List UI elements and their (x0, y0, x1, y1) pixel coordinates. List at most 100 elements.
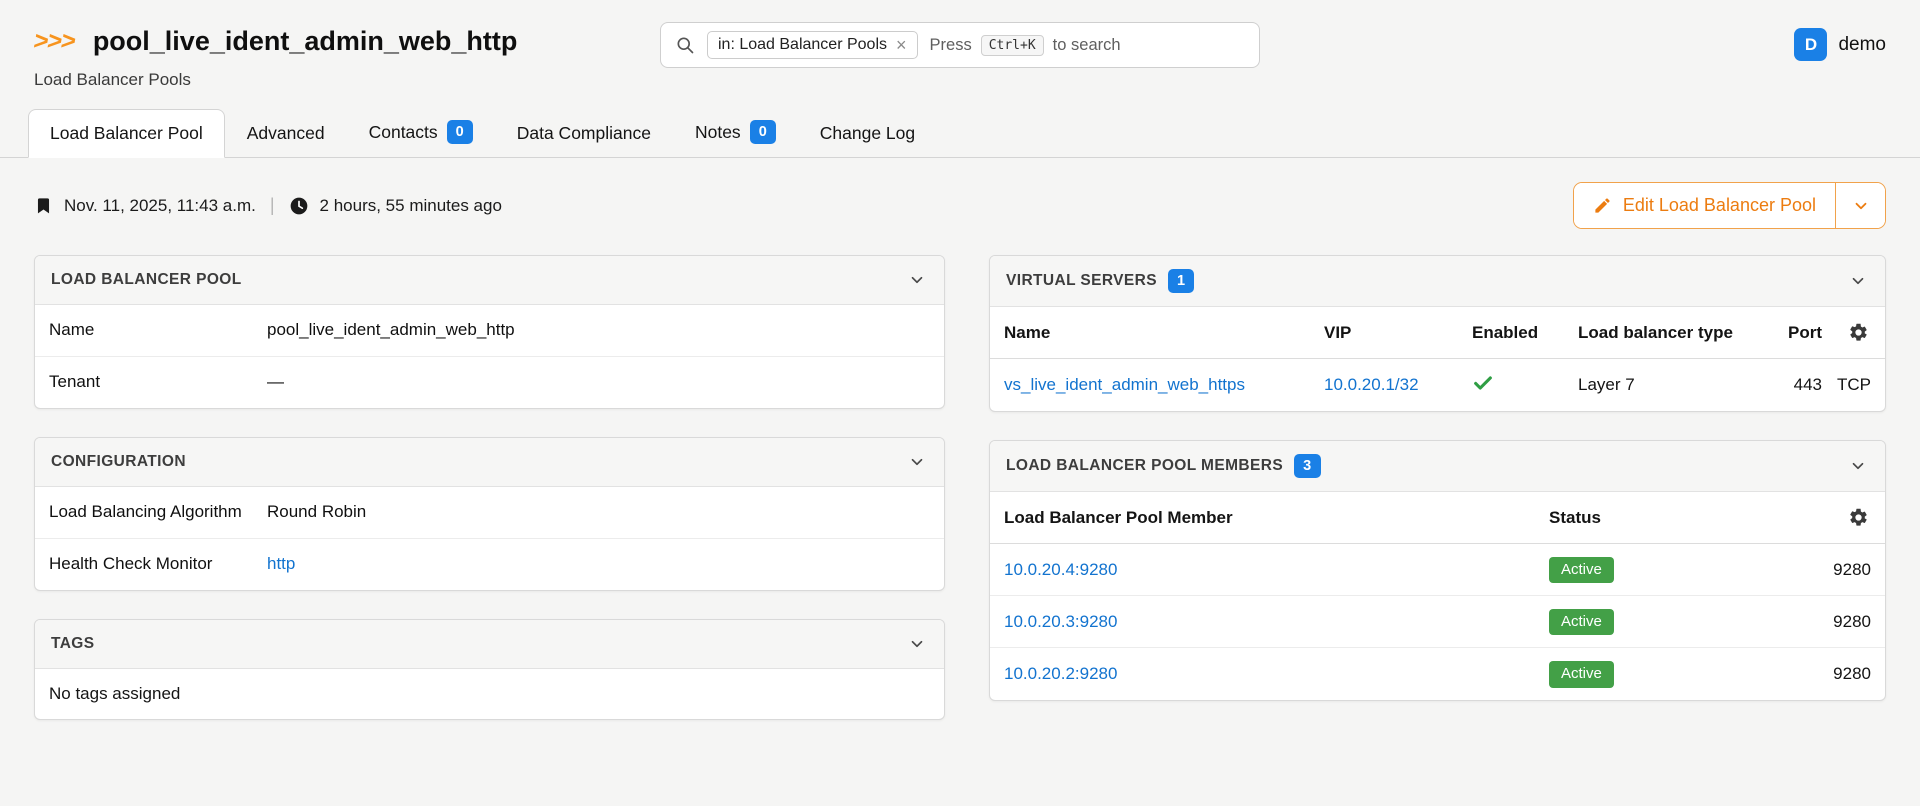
tab-load-balancer-pool[interactable]: Load Balancer Pool (28, 109, 225, 158)
panel-configuration: CONFIGURATION Load Balancing Algorithm R… (34, 437, 945, 591)
attr-label: Name (49, 319, 267, 342)
lb-type-cell: Layer 7 (1578, 375, 1756, 395)
panel-header: VIRTUAL SERVERS 1 (990, 256, 1885, 307)
app-logo-icon[interactable]: >>> (31, 27, 77, 56)
search-kbd-shortcut: Ctrl+K (981, 35, 1044, 56)
tab-notes[interactable]: Notes 0 (673, 106, 798, 158)
status-cell: Active (1549, 609, 1739, 636)
tags-empty-message: No tags assigned (35, 669, 944, 719)
member-port-cell: 9280 (1739, 612, 1871, 632)
check-icon (1472, 372, 1494, 394)
status-badge: Active (1549, 557, 1614, 584)
tab-label: Notes (695, 122, 741, 143)
chevron-down-icon (1849, 457, 1867, 475)
user-avatar[interactable]: D (1794, 28, 1827, 61)
edit-dropdown-toggle[interactable] (1835, 183, 1885, 228)
breadcrumb[interactable]: Load Balancer Pools (34, 70, 191, 90)
updated-relative-time: 2 hours, 55 minutes ago (320, 196, 502, 216)
table-config-button[interactable] (1846, 320, 1871, 345)
collapse-toggle[interactable] (1847, 455, 1869, 477)
virtual-servers-count-badge: 1 (1168, 269, 1194, 293)
collapse-toggle[interactable] (906, 269, 928, 291)
tab-label: Data Compliance (517, 123, 651, 144)
edit-load-balancer-pool-button[interactable]: Edit Load Balancer Pool (1574, 183, 1835, 228)
attr-row-name: Name pool_live_ident_admin_web_http (35, 305, 944, 357)
enabled-cell (1472, 372, 1578, 399)
member-link[interactable]: 10.0.20.3:9280 (1004, 612, 1549, 632)
status-cell: Active (1549, 661, 1739, 688)
attr-value: pool_live_ident_admin_web_http (267, 319, 515, 342)
search-hint: Press Ctrl+K to search (930, 35, 1121, 56)
chevron-down-icon (1852, 197, 1870, 215)
chip-close-icon[interactable]: × (896, 36, 907, 54)
tab-change-log[interactable]: Change Log (798, 109, 937, 158)
panel-header: LOAD BALANCER POOL MEMBERS 3 (990, 441, 1885, 492)
member-link[interactable]: 10.0.20.4:9280 (1004, 560, 1549, 580)
members-table-header: Load Balancer Pool Member Status (990, 492, 1885, 544)
panel-title: VIRTUAL SERVERS 1 (1006, 269, 1194, 293)
panel-title: LOAD BALANCER POOL MEMBERS 3 (1006, 454, 1321, 478)
panel-title: CONFIGURATION (51, 453, 186, 471)
edit-split-button: Edit Load Balancer Pool (1573, 182, 1886, 229)
collapse-toggle[interactable] (1847, 270, 1869, 292)
tab-advanced[interactable]: Advanced (225, 109, 347, 158)
search-filter-chip[interactable]: in: Load Balancer Pools × (707, 31, 918, 59)
member-port-cell: 9280 (1739, 664, 1871, 684)
attr-value: Round Robin (267, 501, 366, 524)
members-count-badge: 3 (1294, 454, 1320, 478)
chevron-down-icon (908, 453, 926, 471)
virtual-server-link[interactable]: vs_live_ident_admin_web_https (1004, 375, 1324, 395)
table-config-button[interactable] (1846, 505, 1871, 530)
collapse-toggle[interactable] (906, 451, 928, 473)
panel-header: LOAD BALANCER POOL (35, 256, 944, 305)
status-cell: Active (1549, 557, 1739, 584)
attr-row-tenant: Tenant — (35, 357, 944, 408)
panel-title: TAGS (51, 635, 95, 653)
virtual-servers-table-header: Name VIP Enabled Load balancer type Port (990, 307, 1885, 359)
gear-icon (1848, 507, 1869, 528)
global-search-input[interactable]: in: Load Balancer Pools × Press Ctrl+K t… (660, 22, 1260, 68)
member-row: 10.0.20.2:9280 Active 9280 (990, 648, 1885, 700)
member-link[interactable]: 10.0.20.2:9280 (1004, 664, 1549, 684)
search-icon (675, 35, 695, 55)
tab-contacts[interactable]: Contacts 0 (347, 106, 495, 158)
panel-header: TAGS (35, 620, 944, 669)
chevron-down-icon (1849, 272, 1867, 290)
attr-row-health-check: Health Check Monitor http (35, 539, 944, 590)
panel-title: LOAD BALANCER POOL (51, 271, 242, 289)
created-timestamp: Nov. 11, 2025, 11:43 a.m. (64, 196, 256, 216)
vip-link[interactable]: 10.0.20.1/32 (1324, 375, 1472, 395)
notes-count-badge: 0 (750, 120, 776, 144)
clock-icon (289, 196, 309, 216)
search-hint-suffix: to search (1053, 36, 1121, 55)
status-badge: Active (1549, 609, 1614, 636)
status-badge: Active (1549, 661, 1614, 688)
pencil-icon (1593, 196, 1612, 215)
tab-data-compliance[interactable]: Data Compliance (495, 109, 673, 158)
port-cell: 443 (1756, 375, 1822, 395)
col-header-status: Status (1549, 508, 1739, 528)
panel-pool-members: LOAD BALANCER POOL MEMBERS 3 Load Balanc… (989, 440, 1886, 701)
timestamps: Nov. 11, 2025, 11:43 a.m. | 2 hours, 55 … (34, 195, 502, 216)
page-header: >>> pool_live_ident_admin_web_http Load … (0, 0, 1920, 90)
panel-title-text: LOAD BALANCER POOL MEMBERS (1006, 457, 1283, 475)
collapse-toggle[interactable] (906, 633, 928, 655)
user-name: demo (1838, 34, 1886, 56)
protocol-cell: TCP (1822, 375, 1871, 395)
user-menu[interactable]: D demo (1794, 28, 1886, 61)
chevron-down-icon (908, 271, 926, 289)
tab-bar: Load Balancer Pool Advanced Contacts 0 D… (0, 106, 1920, 158)
attr-label: Health Check Monitor (49, 553, 267, 576)
col-header-lb-type: Load balancer type (1578, 323, 1756, 343)
chevron-down-icon (908, 635, 926, 653)
panel-virtual-servers: VIRTUAL SERVERS 1 Name VIP Enabled Load … (989, 255, 1886, 412)
search-filter-chip-label: in: Load Balancer Pools (718, 36, 887, 54)
col-header-vip: VIP (1324, 323, 1472, 343)
health-check-monitor-link[interactable]: http (267, 553, 295, 576)
attr-row-algorithm: Load Balancing Algorithm Round Robin (35, 487, 944, 539)
member-row: 10.0.20.4:9280 Active 9280 (990, 544, 1885, 596)
attr-value: — (267, 371, 284, 394)
col-header-member: Load Balancer Pool Member (1004, 508, 1549, 528)
edit-button-label: Edit Load Balancer Pool (1623, 195, 1816, 216)
tab-label: Change Log (820, 123, 915, 144)
